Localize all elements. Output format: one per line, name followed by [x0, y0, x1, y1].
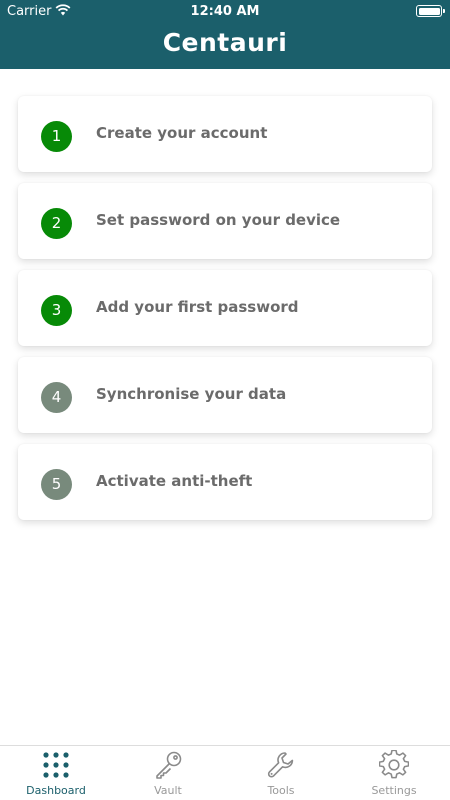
tab-tools[interactable]: Tools: [225, 746, 337, 800]
step-card-synchronise[interactable]: 4 Synchronise your data: [18, 357, 432, 433]
step-card-add-password[interactable]: 3 Add your first password: [18, 270, 432, 346]
tab-label: Vault: [154, 784, 182, 797]
step-card-anti-theft[interactable]: 5 Activate anti-theft: [18, 444, 432, 520]
app-header: Carrier 12:40 AM Centauri: [0, 0, 450, 69]
clock: 12:40 AM: [190, 4, 260, 19]
tab-settings[interactable]: Settings: [338, 746, 450, 800]
onboarding-steps: 1 Create your account 2 Set password on …: [18, 96, 432, 531]
step-label: Activate anti-theft: [96, 472, 253, 490]
tab-dashboard[interactable]: Dashboard: [0, 746, 112, 800]
key-icon: [156, 751, 182, 779]
app-title: Centauri: [162, 28, 288, 57]
step-label: Synchronise your data: [96, 385, 287, 403]
grid-icon: [43, 752, 69, 778]
tab-bar: Dashboard Vault Tools Settings: [0, 745, 450, 800]
step-number-badge: 5: [41, 469, 72, 500]
step-label: Set password on your device: [96, 211, 341, 229]
status-bar: Carrier 12:40 AM: [0, 0, 450, 22]
step-number-badge: 1: [41, 121, 72, 152]
step-number-badge: 2: [41, 208, 72, 239]
tab-label: Tools: [267, 784, 295, 797]
tab-label: Settings: [371, 784, 417, 797]
wrench-icon: [267, 752, 294, 778]
step-number-badge: 4: [41, 382, 72, 413]
step-label: Add your first password: [96, 298, 299, 316]
tab-vault[interactable]: Vault: [112, 746, 224, 800]
gear-icon: [379, 750, 409, 779]
battery-icon: [416, 5, 445, 17]
tab-label: Dashboard: [26, 784, 86, 797]
step-card-set-password[interactable]: 2 Set password on your device: [18, 183, 432, 259]
step-label: Create your account: [96, 124, 268, 142]
step-number-badge: 3: [41, 295, 72, 326]
step-card-create-account[interactable]: 1 Create your account: [18, 96, 432, 172]
